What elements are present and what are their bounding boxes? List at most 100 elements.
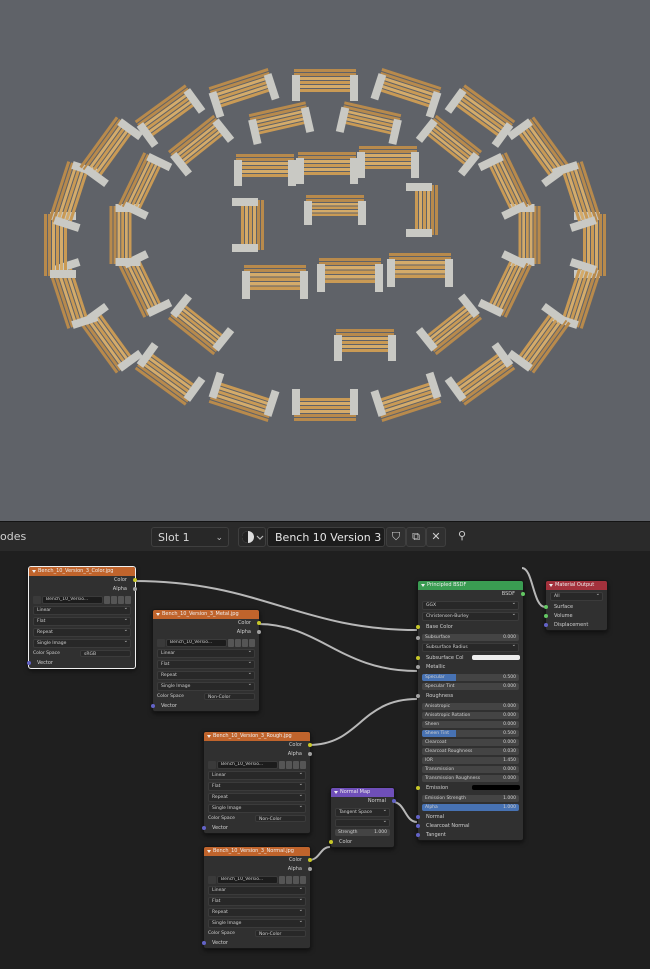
- colorspace-dropdown[interactable]: Non-Color: [255, 815, 306, 822]
- material-output-node[interactable]: Material Output All Surface Volume Displ…: [544, 580, 608, 631]
- socket-vector[interactable]: [151, 704, 155, 708]
- socket-vector[interactable]: [202, 941, 206, 945]
- socket-clearcoat-normal[interactable]: [416, 824, 420, 828]
- duplicate-material-icon[interactable]: ⧉: [406, 527, 426, 547]
- material-name-field[interactable]: Bench 10 Version 3: [267, 527, 385, 547]
- source-dropdown[interactable]: Single Image: [33, 638, 131, 648]
- link-normaltex-to-normalmap: [308, 846, 331, 861]
- projection-dropdown[interactable]: Flat: [208, 896, 306, 906]
- socket-vector[interactable]: [202, 826, 206, 830]
- socket-vector[interactable]: [27, 661, 31, 665]
- transmission-roughness-field[interactable]: Transmission Roughness 0.000: [422, 775, 519, 782]
- normal-map-node[interactable]: Normal Map Normal Tangent Space Strength…: [329, 787, 396, 848]
- extension-dropdown[interactable]: Repeat: [208, 907, 306, 917]
- output-color: Color: [29, 576, 137, 585]
- image-texture-node-rough[interactable]: Bench_10_Version_3_Rough.jpg Color Alpha…: [202, 731, 312, 834]
- socket-color[interactable]: [133, 578, 137, 582]
- extension-dropdown[interactable]: Repeat: [208, 792, 306, 802]
- transmission-field[interactable]: Transmission 0.000: [422, 766, 519, 773]
- socket-color[interactable]: [308, 743, 312, 747]
- colorspace-dropdown[interactable]: Non-Color: [255, 930, 306, 937]
- socket-alpha[interactable]: [133, 587, 137, 591]
- subsurface-radius-dropdown[interactable]: Subsurface Radius: [422, 642, 519, 652]
- strength-field[interactable]: Strength 1.000: [335, 829, 390, 836]
- socket-surface[interactable]: [544, 605, 548, 609]
- colorspace-dropdown[interactable]: Non-Color: [204, 693, 255, 700]
- socket-normal[interactable]: [416, 815, 420, 819]
- shader-editor[interactable]: odes Slot 1 ⌄ Bench 10 Version 3 ⛉ ⧉ ✕ ⚲: [0, 521, 650, 969]
- socket-subsurface-color[interactable]: [416, 656, 420, 660]
- source-dropdown[interactable]: Single Image: [157, 681, 255, 691]
- emission-swatch[interactable]: [472, 785, 520, 790]
- output-alpha: Alpha: [153, 628, 261, 637]
- image-selector[interactable]: Bench_10_Versio...: [208, 761, 306, 769]
- socket-base-color[interactable]: [416, 625, 420, 629]
- space-dropdown[interactable]: Tangent Space: [335, 807, 390, 817]
- image-texture-node-color[interactable]: Bench_10_Version_3_Color.jpg Color Alpha…: [27, 566, 137, 669]
- image-selector[interactable]: Bench_10_Versio...: [33, 596, 131, 604]
- principled-bsdf-node[interactable]: Principled BSDF BSDF GGX Christensen-Bur…: [416, 580, 525, 841]
- specular-tint-field[interactable]: Specular Tint 0.000: [422, 683, 519, 690]
- input-emission: Emission: [416, 784, 523, 793]
- interpolation-dropdown[interactable]: Linear: [157, 648, 255, 658]
- clearcoat-roughness-field[interactable]: Clearcoat Roughness 0.030: [422, 748, 519, 755]
- socket-normal[interactable]: [392, 799, 396, 803]
- image-selector[interactable]: Bench_10_Versio...: [157, 639, 255, 647]
- socket-alpha[interactable]: [308, 752, 312, 756]
- socket-volume[interactable]: [544, 614, 548, 618]
- socket-roughness[interactable]: [416, 694, 420, 698]
- sheen-field[interactable]: Sheen 0.000: [422, 721, 519, 728]
- socket-metallic[interactable]: [416, 665, 420, 669]
- color-swatch[interactable]: [472, 655, 520, 660]
- distribution-dropdown[interactable]: GGX: [422, 600, 519, 610]
- extension-dropdown[interactable]: Repeat: [33, 627, 131, 637]
- interpolation-dropdown[interactable]: Linear: [33, 605, 131, 615]
- anisotropic-rotation-field[interactable]: Anisotropic Rotation 0.000: [422, 712, 519, 719]
- socket-color[interactable]: [308, 858, 312, 862]
- slot-selector[interactable]: Slot 1 ⌄: [151, 527, 229, 547]
- anisotropic-field[interactable]: Anisotropic 0.000: [422, 703, 519, 710]
- 3d-viewport[interactable]: [0, 0, 650, 521]
- ior-field[interactable]: IOR 1.450: [422, 757, 519, 764]
- socket-alpha[interactable]: [257, 630, 261, 634]
- uv-map-field[interactable]: [335, 818, 390, 827]
- target-dropdown[interactable]: All: [550, 591, 603, 601]
- node-title: Bench_10_Version_3_Metal.jpg: [153, 610, 259, 619]
- subsurface-method-dropdown[interactable]: Christensen-Burley: [422, 611, 519, 621]
- material-browse-button[interactable]: [238, 527, 266, 547]
- unlink-close-icon[interactable]: ✕: [426, 527, 446, 547]
- socket-bsdf[interactable]: [521, 592, 525, 596]
- projection-dropdown[interactable]: Flat: [208, 781, 306, 791]
- emission-strength-field[interactable]: Emission Strength 1.000: [422, 795, 519, 802]
- editor-type-label[interactable]: odes: [0, 530, 26, 543]
- image-icon: [157, 639, 165, 647]
- source-dropdown[interactable]: Single Image: [208, 918, 306, 928]
- extension-dropdown[interactable]: Repeat: [157, 670, 255, 680]
- source-dropdown[interactable]: Single Image: [208, 803, 306, 813]
- interpolation-dropdown[interactable]: Linear: [208, 885, 306, 895]
- socket-tangent[interactable]: [416, 833, 420, 837]
- clearcoat-field[interactable]: Clearcoat 0.000: [422, 739, 519, 746]
- fake-user-shield-icon[interactable]: ⛉: [386, 527, 406, 547]
- specular-field[interactable]: Specular 0.500: [422, 674, 519, 681]
- alpha-field[interactable]: Alpha 1.000: [422, 804, 519, 811]
- socket-color[interactable]: [329, 840, 333, 844]
- image-selector[interactable]: Bench_10_Versio...: [208, 876, 306, 884]
- socket-alpha[interactable]: [308, 867, 312, 871]
- socket-emission[interactable]: [416, 786, 420, 790]
- subsurface-field[interactable]: Subsurface 0.000: [416, 634, 519, 641]
- projection-dropdown[interactable]: Flat: [157, 659, 255, 669]
- node-canvas[interactable]: Bench_10_Version_3_Color.jpg Color Alpha…: [0, 551, 650, 969]
- projection-dropdown[interactable]: Flat: [33, 616, 131, 626]
- socket-displacement[interactable]: [544, 623, 548, 627]
- output-bsdf: BSDF: [418, 590, 525, 599]
- input-metallic: Metallic: [416, 663, 523, 672]
- pin-icon[interactable]: ⚲: [452, 527, 472, 547]
- colorspace-dropdown[interactable]: sRGB: [80, 650, 131, 657]
- bench: [208, 371, 280, 422]
- sheen-tint-field[interactable]: Sheen Tint 0.500: [422, 730, 519, 737]
- image-texture-node-normal[interactable]: Bench_10_Version_3_Normal.jpg Color Alph…: [202, 846, 312, 949]
- interpolation-dropdown[interactable]: Linear: [208, 770, 306, 780]
- image-texture-node-metal[interactable]: Bench_10_Version_3_Metal.jpg Color Alpha…: [151, 609, 261, 712]
- socket-color[interactable]: [257, 621, 261, 625]
